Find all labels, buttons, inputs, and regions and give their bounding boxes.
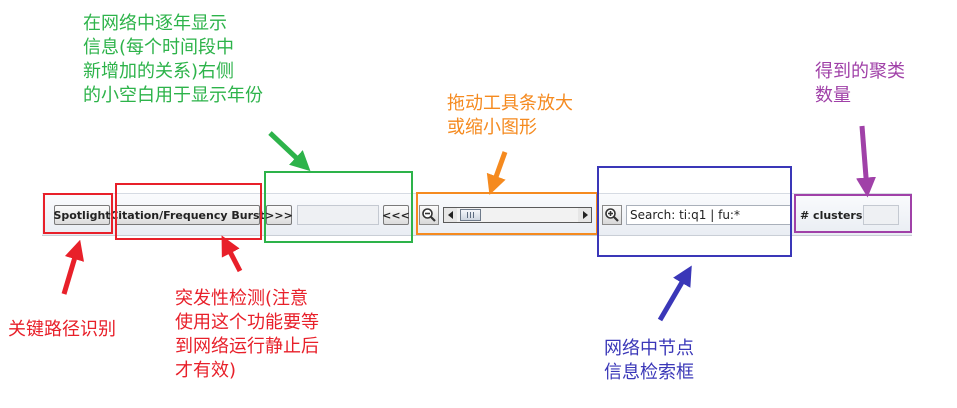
arrow-burst bbox=[221, 235, 243, 273]
arrow-search bbox=[657, 265, 692, 322]
annotation-cluster-count: 得到的聚类 数量 bbox=[815, 61, 905, 106]
annotation-critical-path: 关键路径识别 bbox=[8, 319, 116, 340]
annotation-year-display: 在网络中逐年显示 信息(每个时间段中 新增加的关系)右侧 的小空白用于显示年份 bbox=[83, 13, 263, 106]
arrow-clusters bbox=[856, 125, 876, 198]
annotation-zoom-slider: 拖动工具条放大 或缩小图形 bbox=[447, 93, 573, 138]
annotation-burst-detection: 突发性检测(注意 使用这个功能要等 到网络运行静止后 才有效) bbox=[175, 288, 319, 381]
arrow-critical-path bbox=[61, 239, 85, 295]
annotation-node-search: 网络中节点 信息检索框 bbox=[604, 338, 694, 383]
arrow-year bbox=[268, 131, 311, 172]
arrow-zoom bbox=[486, 151, 508, 196]
